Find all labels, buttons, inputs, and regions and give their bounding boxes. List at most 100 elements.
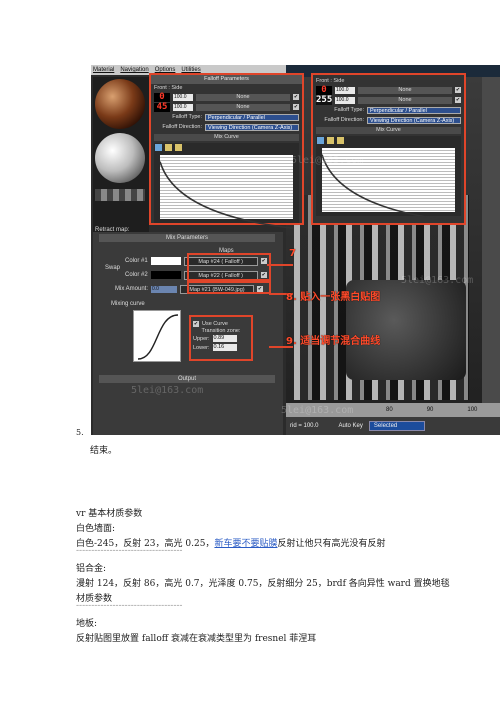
falloff-type-dropdown[interactable]: Perpendicular / Parallel xyxy=(205,113,299,121)
falloff-direction-label: Falloff Direction: xyxy=(162,124,202,130)
upper-row: Upper: 0.89 xyxy=(193,334,249,343)
section-divider: ----------------------------------- xyxy=(76,546,183,556)
side-amount-spinner[interactable]: 100.0 xyxy=(173,103,193,111)
section-divider: ----------------------------------- xyxy=(76,601,183,611)
mix-curve-rollout[interactable]: Mix Curve xyxy=(316,127,461,134)
falloff-type-field: Falloff Type: Perpendicular / Parallel xyxy=(151,112,302,122)
output-rollout[interactable]: Output xyxy=(99,375,275,383)
white-wall-suffix: 反射让他只有高光没有反射 xyxy=(277,539,386,549)
annotation-step-8: 8. 贴入一张黑白贴图 xyxy=(286,292,381,303)
front-side-label: Front : Side xyxy=(316,78,345,84)
selected-dropdown[interactable]: Selected xyxy=(368,421,425,431)
lower-row: Lower: 0.16 xyxy=(193,343,249,352)
front-amount-spinner[interactable]: 100.0 xyxy=(335,86,355,94)
mix-amount-spinner[interactable]: 0.0 xyxy=(151,285,178,293)
falloff-direction-label: Falloff Direction: xyxy=(324,117,364,123)
status-bar: rid = 100.0 Auto Key Selected xyxy=(286,417,500,435)
side-map-button[interactable]: None xyxy=(196,103,290,111)
use-curve-checkbox[interactable]: ✔ xyxy=(193,320,199,327)
front-color-value[interactable]: 0 xyxy=(154,92,170,102)
lower-label: Lower: xyxy=(193,344,210,351)
use-curve-row: ✔ Use Curve xyxy=(193,319,249,328)
front-color-row: 0 100.0 None ✔ xyxy=(151,92,302,102)
annotation-arrow xyxy=(267,264,293,266)
falloff-parameters-panel-1: Falloff Parameters Front : Side 0 100.0 … xyxy=(149,73,304,229)
white-wall-heading: 白色墙面: xyxy=(76,524,116,534)
mixing-curve-label: Mixing curve xyxy=(111,301,145,307)
alloy-heading: 铝合金: xyxy=(76,564,107,574)
front-amount-spinner[interactable]: 100.0 xyxy=(173,93,193,101)
sample-sphere-white[interactable] xyxy=(95,133,145,183)
front-color-row: 0 100.0 None ✔ xyxy=(313,85,464,95)
move-icon[interactable] xyxy=(155,144,162,151)
front-map-button[interactable]: None xyxy=(196,93,290,101)
mix-curve-editor xyxy=(316,136,461,222)
front-side-label: Front : Side xyxy=(154,85,183,91)
checker-background xyxy=(95,189,145,201)
lower-spinner[interactable]: 0.16 xyxy=(212,344,237,351)
color2-swatch[interactable] xyxy=(150,271,181,279)
side-map-checkbox[interactable]: ✔ xyxy=(293,104,299,110)
swap-button[interactable]: Swap xyxy=(105,265,120,271)
falloff-direction-dropdown[interactable]: Viewing Direction (Camera Z-Axis) xyxy=(205,123,299,131)
mix-map-highlight xyxy=(187,281,271,294)
material-sample-slots: Retract map: xyxy=(93,77,149,247)
color-maps-highlight xyxy=(187,253,271,281)
timeline-tick: 100 xyxy=(467,407,478,413)
grid-readout: rid = 100.0 xyxy=(290,423,319,429)
side-color-value[interactable]: 45 xyxy=(154,102,170,112)
mix-parameters-title[interactable]: Mix Parameters xyxy=(99,234,275,242)
mix-amount-label: Mix Amount: xyxy=(115,286,149,292)
timeline-tick: 80 xyxy=(386,407,393,413)
scale-point-icon[interactable] xyxy=(327,137,334,144)
falloff-type-label: Falloff Type: xyxy=(172,114,202,120)
falloff-direction-field: Falloff Direction: Viewing Direction (Ca… xyxy=(151,122,302,132)
watermark: 5lei@163.com xyxy=(401,275,474,286)
scale-point-icon[interactable] xyxy=(165,144,172,151)
tint-film-link[interactable]: 新车要不要贴膜 xyxy=(214,539,277,549)
sample-sphere-brown[interactable] xyxy=(95,79,145,129)
curve-toolbar xyxy=(316,136,461,145)
upper-label: Upper: xyxy=(193,335,210,342)
mix-parameters-panel: Mix Parameters Maps Swap Color #1 Map #2… xyxy=(93,232,283,435)
watermark: 5lei@163.com xyxy=(281,405,354,416)
mixing-curve-graph xyxy=(133,310,181,362)
watermark: 5lei@163.com xyxy=(291,155,364,166)
floor-line: 反射贴图里放置 falloff 衰减在衰减类型里为 fresnel 菲涅耳 xyxy=(76,634,317,644)
front-map-checkbox[interactable]: ✔ xyxy=(293,94,299,100)
falloff-curve-graph[interactable] xyxy=(160,155,293,229)
side-map-button[interactable]: None xyxy=(358,96,452,104)
front-map-button[interactable]: None xyxy=(358,86,452,94)
annotation-step-7: 7 xyxy=(289,248,296,259)
end-text: 结束。 xyxy=(90,446,118,456)
falloff-type-field: Falloff Type: Perpendicular / Parallel xyxy=(313,105,464,115)
menu-material[interactable]: Material xyxy=(93,67,114,73)
mix-curve-rollout[interactable]: Mix Curve xyxy=(154,134,299,141)
upper-spinner[interactable]: 0.89 xyxy=(212,335,237,342)
side-color-value[interactable]: 255 xyxy=(316,95,332,105)
add-point-icon[interactable] xyxy=(175,144,182,151)
falloff-type-label: Falloff Type: xyxy=(334,107,364,113)
curve-toolbar xyxy=(154,143,299,152)
front-color-value[interactable]: 0 xyxy=(316,85,332,95)
annotation-step-9: 9. 适当调节混合曲线 xyxy=(286,336,381,347)
auto-key-button[interactable]: Auto Key xyxy=(339,423,363,429)
move-icon[interactable] xyxy=(317,137,324,144)
add-point-icon[interactable] xyxy=(337,137,344,144)
side-map-checkbox[interactable]: ✔ xyxy=(455,97,461,103)
vr-params-heading: vr 基本材质参数 xyxy=(76,509,143,519)
use-curve-label: Use Curve xyxy=(202,320,228,327)
falloff-direction-dropdown[interactable]: Viewing Direction (Camera Z-Axis) xyxy=(367,116,461,124)
max-material-editor-screenshot: Material Navigation Options Utilities Re… xyxy=(91,65,500,435)
mix-curve-editor xyxy=(154,143,299,229)
menu-navigation[interactable]: Navigation xyxy=(120,67,148,73)
falloff-panel-title: Falloff Parameters xyxy=(151,75,302,84)
front-map-checkbox[interactable]: ✔ xyxy=(455,87,461,93)
side-color-row: 255 100.0 None ✔ xyxy=(313,95,464,105)
color1-label: Color #1 xyxy=(125,258,148,264)
color1-swatch[interactable] xyxy=(150,257,181,265)
falloff-type-dropdown[interactable]: Perpendicular / Parallel xyxy=(367,106,461,114)
falloff-parameters-panel-2: Front : Side 0 100.0 None ✔ 255 100.0 No… xyxy=(311,73,466,225)
alloy-line-1: 漫射 124，反射 86，高光 0.7，光泽度 0.75，反射细分 25，brd… xyxy=(76,579,450,589)
side-amount-spinner[interactable]: 100.0 xyxy=(335,96,355,104)
